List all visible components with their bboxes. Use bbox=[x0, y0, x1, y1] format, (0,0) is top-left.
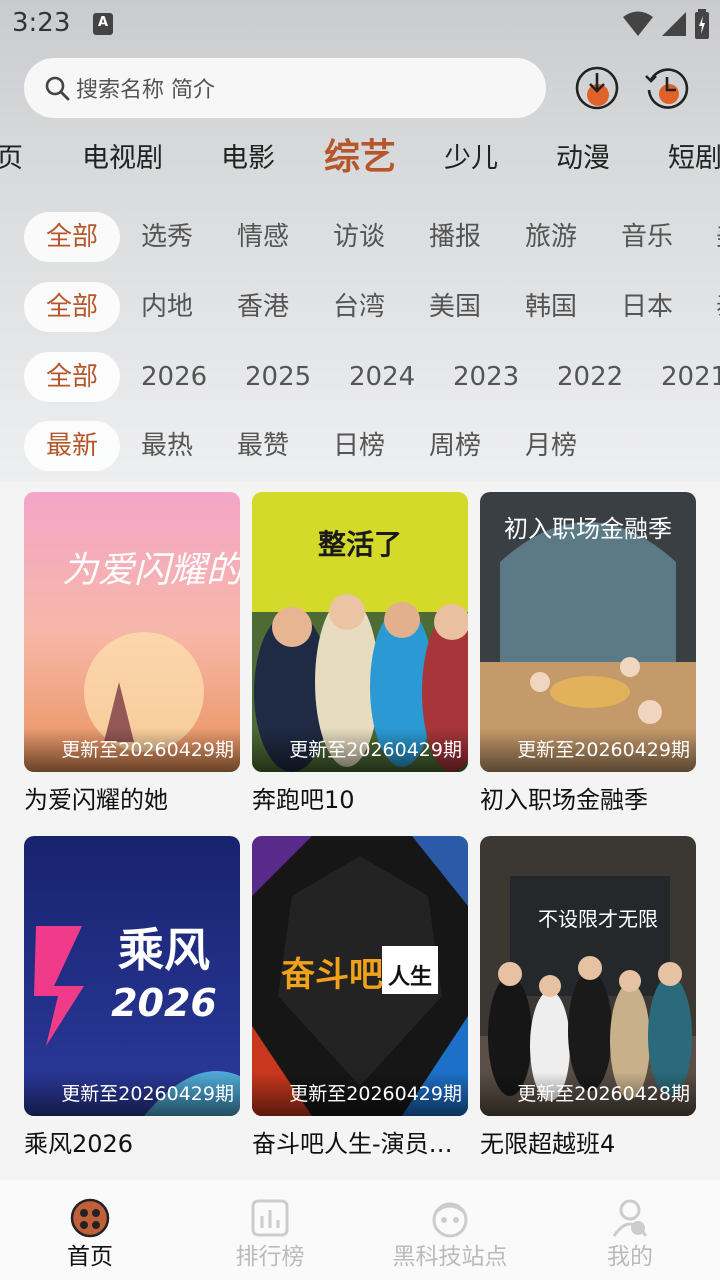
nav-sites[interactable]: 黑科技站点 bbox=[360, 1180, 540, 1280]
sort-chip[interactable]: 周榜 bbox=[429, 421, 481, 471]
update-badge: 更新至20260429期 bbox=[252, 728, 468, 772]
region-chip[interactable]: 泰 bbox=[716, 282, 720, 332]
year-chip[interactable]: 2022 bbox=[557, 352, 623, 402]
sort-chip[interactable]: 最热 bbox=[141, 421, 193, 471]
search-input[interactable]: 搜索名称 简介 bbox=[24, 58, 546, 118]
region-chip[interactable]: 日本 bbox=[621, 282, 673, 332]
year-chip[interactable]: 2021 bbox=[661, 352, 720, 402]
genre-chip[interactable]: 美 bbox=[716, 212, 720, 262]
genre-chip-all[interactable]: 全部 bbox=[24, 212, 121, 262]
year-filter-row: 全部 2026 2025 2024 2023 2022 2021 bbox=[0, 352, 720, 404]
poster-title: 乘风 bbox=[118, 923, 210, 977]
region-chip-all[interactable]: 全部 bbox=[24, 282, 121, 332]
tab-home-partial[interactable]: 页 bbox=[0, 130, 23, 190]
nav-home[interactable]: 首页 bbox=[0, 1180, 180, 1280]
region-chip[interactable]: 韩国 bbox=[525, 282, 577, 332]
genre-chip[interactable]: 访谈 bbox=[333, 212, 385, 262]
show-card[interactable]: 乘风 2026 更新至20260429期 乘风2026 bbox=[24, 836, 240, 1159]
tab-short-drama[interactable]: 短剧 bbox=[668, 130, 720, 190]
genre-filter-row: 全部 选秀 情感 访谈 播报 旅游 音乐 美 bbox=[0, 212, 720, 264]
genre-chip[interactable]: 音乐 bbox=[621, 212, 673, 262]
show-card[interactable]: 奋斗吧 人生 更新至20260429期 奋斗吧人生-演员… bbox=[252, 836, 468, 1159]
year-chip[interactable]: 2024 bbox=[349, 352, 415, 402]
status-icons bbox=[622, 8, 710, 40]
nav-ranking[interactable]: 排行榜 bbox=[180, 1180, 360, 1280]
show-title: 初入职场金融季 bbox=[480, 786, 648, 814]
region-chip[interactable]: 台湾 bbox=[333, 282, 385, 332]
genre-chip[interactable]: 播报 bbox=[429, 212, 481, 262]
category-tabs: 页 电视剧 电影 综艺 少儿 动漫 短剧 bbox=[0, 130, 720, 190]
profile-icon bbox=[612, 1199, 648, 1237]
sites-icon bbox=[432, 1202, 468, 1238]
genre-chip[interactable]: 情感 bbox=[237, 212, 289, 262]
show-poster[interactable]: 奋斗吧 人生 更新至20260429期 bbox=[252, 836, 468, 1116]
sort-chip[interactable]: 最赞 bbox=[237, 421, 289, 471]
year-chip[interactable]: 2025 bbox=[245, 352, 311, 402]
download-icon[interactable] bbox=[573, 64, 621, 112]
show-poster[interactable]: 不设限才无限 更新至20260428期 bbox=[480, 836, 696, 1116]
year-chip-all[interactable]: 全部 bbox=[24, 352, 121, 402]
poster-title: 奋斗吧 bbox=[281, 955, 383, 995]
tab-variety[interactable]: 综艺 bbox=[324, 130, 396, 190]
status-time: 3:23 bbox=[12, 8, 71, 38]
show-poster[interactable]: 乘风 2026 更新至20260429期 bbox=[24, 836, 240, 1116]
show-poster[interactable]: 初入职场金融季 更新至20260429期 bbox=[480, 492, 696, 772]
ranking-icon bbox=[251, 1199, 289, 1237]
poster-subtitle: 人生 bbox=[388, 965, 432, 990]
nav-profile[interactable]: 我的 bbox=[540, 1180, 720, 1280]
update-badge: 更新至20260429期 bbox=[24, 728, 240, 772]
update-badge: 更新至20260428期 bbox=[480, 1072, 696, 1116]
show-card[interactable]: 为爱闪耀的她 更新至20260429期 为爱闪耀的她 bbox=[24, 492, 240, 815]
region-chip[interactable]: 香港 bbox=[237, 282, 289, 332]
status-bar: 3:23 A bbox=[0, 0, 720, 50]
search-placeholder: 搜索名称 简介 bbox=[76, 78, 215, 103]
update-badge: 更新至20260429期 bbox=[24, 1072, 240, 1116]
year-chip[interactable]: 2023 bbox=[453, 352, 519, 402]
region-chip[interactable]: 美国 bbox=[429, 282, 481, 332]
show-card[interactable]: 不设限才无限 更新至20260428期 无限超越班4 bbox=[480, 836, 696, 1159]
signal-icon bbox=[662, 12, 686, 36]
sort-chip-latest[interactable]: 最新 bbox=[24, 421, 121, 471]
home-icon bbox=[70, 1198, 110, 1238]
nav-ranking-label: 排行榜 bbox=[235, 1244, 305, 1270]
show-title: 奋斗吧人生-演员… bbox=[252, 1130, 453, 1158]
show-poster[interactable]: 整活了 更新至20260429期 bbox=[252, 492, 468, 772]
poster-subtitle: 2026 bbox=[111, 981, 217, 1025]
poster-title: 初入职场金融季 bbox=[504, 515, 672, 543]
nav-profile-label: 我的 bbox=[607, 1244, 653, 1270]
show-title: 奔跑吧10 bbox=[252, 786, 355, 814]
region-chip[interactable]: 内地 bbox=[141, 282, 193, 332]
battery-icon bbox=[695, 9, 709, 39]
sort-filter-row: 最新 最热 最赞 日榜 周榜 月榜 bbox=[0, 421, 720, 473]
show-title: 乘风2026 bbox=[24, 1130, 134, 1158]
sort-chip[interactable]: 月榜 bbox=[525, 421, 577, 471]
tab-kids[interactable]: 少儿 bbox=[444, 130, 498, 190]
update-badge: 更新至20260429期 bbox=[480, 728, 696, 772]
nav-home-label: 首页 bbox=[67, 1244, 113, 1270]
update-badge: 更新至20260429期 bbox=[252, 1072, 468, 1116]
genre-chip[interactable]: 旅游 bbox=[525, 212, 577, 262]
show-title: 无限超越班4 bbox=[480, 1130, 616, 1158]
search-icon bbox=[45, 76, 70, 101]
tab-movie[interactable]: 电影 bbox=[221, 130, 275, 190]
history-icon[interactable] bbox=[643, 64, 691, 112]
sort-chip[interactable]: 日榜 bbox=[333, 421, 385, 471]
genre-chip[interactable]: 选秀 bbox=[141, 212, 193, 262]
tab-tv-series[interactable]: 电视剧 bbox=[82, 130, 163, 190]
show-card[interactable]: 整活了 更新至20260429期 奔跑吧10 bbox=[252, 492, 468, 815]
poster-title: 整活了 bbox=[318, 528, 402, 561]
show-card[interactable]: 初入职场金融季 更新至20260429期 初入职场金融季 bbox=[480, 492, 696, 815]
notification-a-icon: A bbox=[93, 13, 113, 35]
show-title: 为爱闪耀的她 bbox=[24, 786, 168, 814]
nav-sites-label: 黑科技站点 bbox=[392, 1244, 508, 1270]
wifi-icon bbox=[623, 11, 653, 36]
show-poster[interactable]: 为爱闪耀的她 更新至20260429期 bbox=[24, 492, 240, 772]
bottom-nav: 首页 排行榜 黑科技站点 我的 bbox=[0, 1180, 720, 1280]
tab-anime[interactable]: 动漫 bbox=[556, 130, 610, 190]
region-filter-row: 全部 内地 香港 台湾 美国 韩国 日本 泰 bbox=[0, 282, 720, 334]
poster-title: 不设限才无限 bbox=[538, 907, 658, 931]
year-chip[interactable]: 2026 bbox=[141, 352, 207, 402]
